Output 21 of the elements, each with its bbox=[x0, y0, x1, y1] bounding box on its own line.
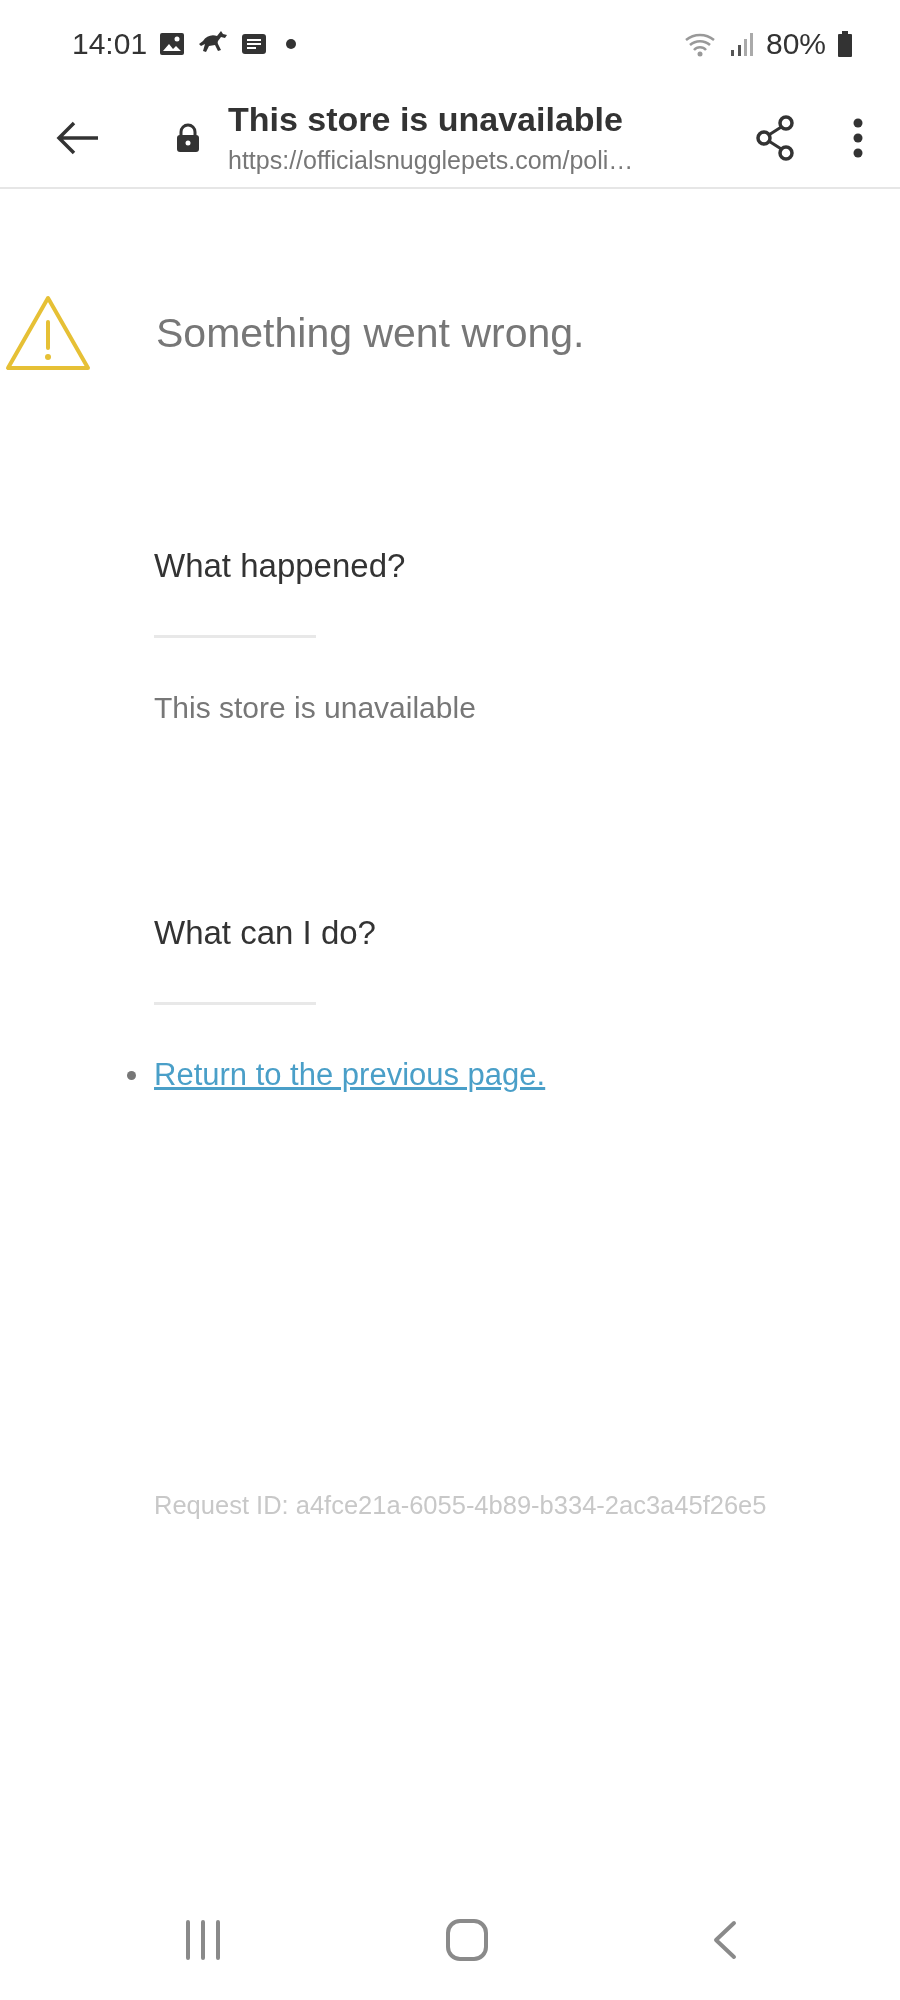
battery-icon bbox=[838, 31, 852, 57]
back-button[interactable] bbox=[56, 119, 100, 156]
recent-apps-button[interactable] bbox=[184, 1920, 222, 1960]
image-icon bbox=[159, 32, 186, 56]
more-options-button[interactable] bbox=[852, 117, 864, 158]
clock-time: 14:01 bbox=[72, 27, 148, 61]
section-heading: What can I do? bbox=[154, 913, 377, 953]
section-heading: What happened? bbox=[154, 546, 407, 586]
signal-icon bbox=[729, 31, 754, 57]
bullet-icon bbox=[127, 1070, 136, 1080]
page-title: This store is unavailable bbox=[228, 98, 624, 139]
warning-icon bbox=[4, 294, 92, 372]
previous-page-link[interactable]: Return to the previous page. bbox=[154, 1055, 546, 1095]
battery-percentage: 80% bbox=[765, 27, 826, 61]
error-heading: Something went wrong. bbox=[156, 309, 585, 357]
section-text: This store is unavailable bbox=[154, 690, 477, 726]
home-button[interactable] bbox=[445, 1918, 489, 1962]
lock-icon bbox=[176, 122, 200, 153]
share-button[interactable] bbox=[754, 114, 796, 161]
page-url: https://officialsnugglepets.com/poli… bbox=[228, 144, 635, 176]
message-icon bbox=[241, 32, 268, 56]
